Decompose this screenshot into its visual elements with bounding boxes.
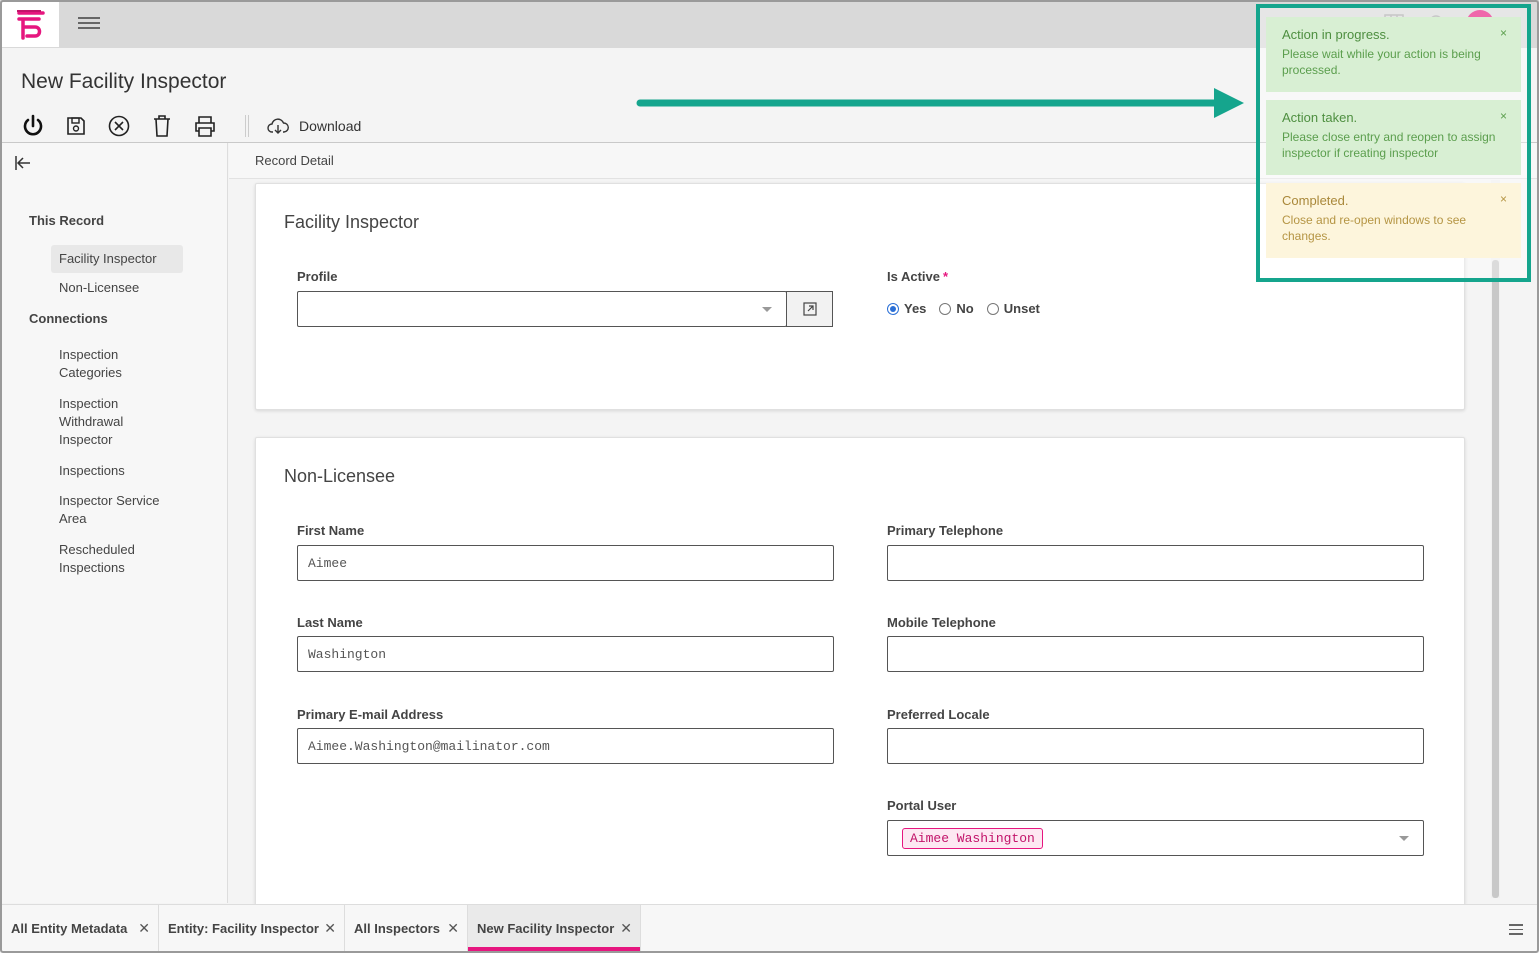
scrollbar-thumb[interactable] — [1492, 260, 1499, 898]
first-name-label: First Name — [297, 523, 365, 538]
radio-no[interactable] — [939, 302, 952, 315]
close-icon[interactable]: × — [1500, 191, 1507, 207]
radio-no-label: No — [956, 301, 974, 316]
save-icon — [67, 117, 85, 135]
sidebar-item-facility-inspector[interactable]: Facility Inspector — [51, 245, 183, 273]
tab-new-facility-inspector[interactable]: New Facility Inspector ✕ — [468, 905, 641, 951]
toast-message: Close and re-open windows to see changes… — [1282, 213, 1467, 243]
page-title: New Facility Inspector — [21, 70, 227, 93]
sidebar-item-inspector-service-area[interactable]: Inspector Service Area — [59, 492, 169, 528]
bottom-tab-bar: All Entity Metadata ✕ Entity: Facility I… — [2, 904, 1537, 951]
mobile-telephone-label: Mobile Telephone — [887, 615, 996, 630]
power-button[interactable] — [14, 109, 52, 145]
download-button[interactable]: Download — [267, 117, 361, 135]
tab-all-inspectors[interactable]: All Inspectors ✕ — [345, 905, 468, 951]
required-mark: * — [943, 269, 949, 284]
toast-title: Action taken. — [1282, 110, 1358, 125]
profile-label: Profile — [297, 269, 338, 284]
annotation-arrow — [636, 88, 1244, 118]
toast-highlight: Action in progress. Please wait while yo… — [1256, 4, 1531, 282]
sidebar-heading-this-record: This Record — [29, 213, 105, 228]
preferred-locale-field[interactable] — [887, 728, 1424, 764]
trash-icon — [154, 115, 170, 137]
record-content: Facility Inspector Profile Is Active * Ye… — [229, 180, 1491, 907]
hamburger-icon[interactable] — [78, 14, 100, 34]
toast-title: Action in progress. — [1282, 27, 1390, 42]
logo[interactable] — [2, 2, 59, 47]
tab-label: New Facility Inspector — [477, 920, 615, 936]
sidebar-heading-connections: Connections — [29, 311, 108, 326]
non-licensee-section: Non-Licensee First Name Aimee Last Name … — [255, 437, 1465, 907]
save-button[interactable] — [57, 109, 95, 143]
tab-all-entity-metadata[interactable]: All Entity Metadata ✕ — [2, 905, 159, 951]
last-name-field[interactable]: Washington — [297, 636, 834, 672]
last-name-label: Last Name — [297, 615, 363, 630]
toast-message: Please wait while your action is being p… — [1282, 47, 1481, 77]
radio-yes-label: Yes — [904, 301, 927, 316]
radio-yes[interactable] — [887, 302, 899, 315]
radio-unset-label: Unset — [1003, 301, 1040, 316]
profile-select[interactable] — [297, 291, 787, 327]
sidebar: This Record Facility Inspector Non-Licen… — [2, 143, 228, 903]
section-title: Non-Licensee — [284, 466, 396, 486]
toast-message: Please close entry and reopen to assign … — [1282, 130, 1496, 160]
chevron-down-icon — [1399, 836, 1409, 841]
open-external-icon — [802, 302, 817, 316]
primary-telephone-field[interactable] — [887, 545, 1424, 581]
menu-icon[interactable] — [1509, 921, 1523, 938]
tab-entity-facility-inspector[interactable]: Entity: Facility Inspector ✕ — [159, 905, 345, 951]
primary-telephone-label: Primary Telephone — [887, 523, 1004, 538]
delete-button[interactable] — [143, 109, 181, 143]
sidebar-item-non-licensee[interactable]: Non-Licensee — [59, 279, 139, 297]
logo-icon — [16, 9, 45, 40]
print-icon — [195, 116, 215, 137]
cancel-button[interactable] — [100, 109, 138, 143]
email-field[interactable]: Aimee.Washington@mailinator.com — [297, 728, 834, 764]
collapse-left-icon[interactable] — [14, 155, 32, 171]
close-icon[interactable]: × — [1500, 25, 1507, 41]
print-button[interactable] — [186, 109, 224, 143]
is-active-label: Is Active * — [887, 269, 948, 284]
preferred-locale-label: Preferred Locale — [887, 707, 990, 722]
breadcrumb: Record Detail — [255, 153, 334, 168]
toast-in-progress: Action in progress. Please wait while yo… — [1266, 17, 1521, 92]
mobile-telephone-field[interactable] — [887, 636, 1424, 672]
open-profile-button[interactable] — [786, 291, 833, 327]
first-name-field[interactable]: Aimee — [297, 545, 834, 581]
toolbar-divider — [245, 115, 249, 137]
scrollbar[interactable] — [1491, 180, 1500, 898]
close-icon[interactable]: × — [1500, 108, 1507, 124]
portal-user-tag[interactable]: Aimee Washington — [902, 828, 1043, 849]
toast-title: Completed. — [1282, 193, 1349, 208]
toast-completed: Completed. Close and re-open windows to … — [1266, 183, 1521, 258]
toolbar: Download — [14, 108, 361, 145]
portal-user-select[interactable]: Aimee Washington — [887, 820, 1424, 856]
close-tab-icon[interactable]: ✕ — [138, 920, 150, 937]
portal-user-label: Portal User — [887, 798, 957, 813]
cancel-icon — [108, 115, 130, 137]
is-active-radio-group: Yes No Unset — [887, 301, 1040, 316]
close-tab-icon[interactable]: ✕ — [324, 920, 336, 937]
sidebar-item-inspections[interactable]: Inspections — [59, 462, 125, 480]
close-tab-icon[interactable]: ✕ — [620, 920, 632, 937]
toast-action-taken: Action taken. Please close entry and reo… — [1266, 100, 1521, 175]
close-tab-icon[interactable]: ✕ — [447, 920, 459, 937]
tab-label: All Inspectors — [354, 920, 440, 936]
sidebar-item-rescheduled-inspections[interactable]: Rescheduled Inspections — [59, 541, 159, 577]
radio-unset[interactable] — [986, 302, 999, 315]
sidebar-item-inspection-categories[interactable]: Inspection Categories — [59, 346, 169, 382]
tab-label: Entity: Facility Inspector — [168, 920, 319, 936]
tab-label: All Entity Metadata — [11, 920, 128, 936]
is-active-label-text: Is Active — [887, 269, 940, 284]
chevron-down-icon — [762, 307, 772, 312]
download-label: Download — [299, 118, 362, 134]
power-icon — [23, 114, 43, 136]
sidebar-item-inspection-withdrawal-inspector[interactable]: Inspection Withdrawal Inspector — [59, 395, 139, 449]
email-label: Primary E-mail Address — [297, 707, 444, 722]
section-title: Facility Inspector — [284, 212, 420, 232]
cloud-download-icon — [267, 118, 289, 134]
